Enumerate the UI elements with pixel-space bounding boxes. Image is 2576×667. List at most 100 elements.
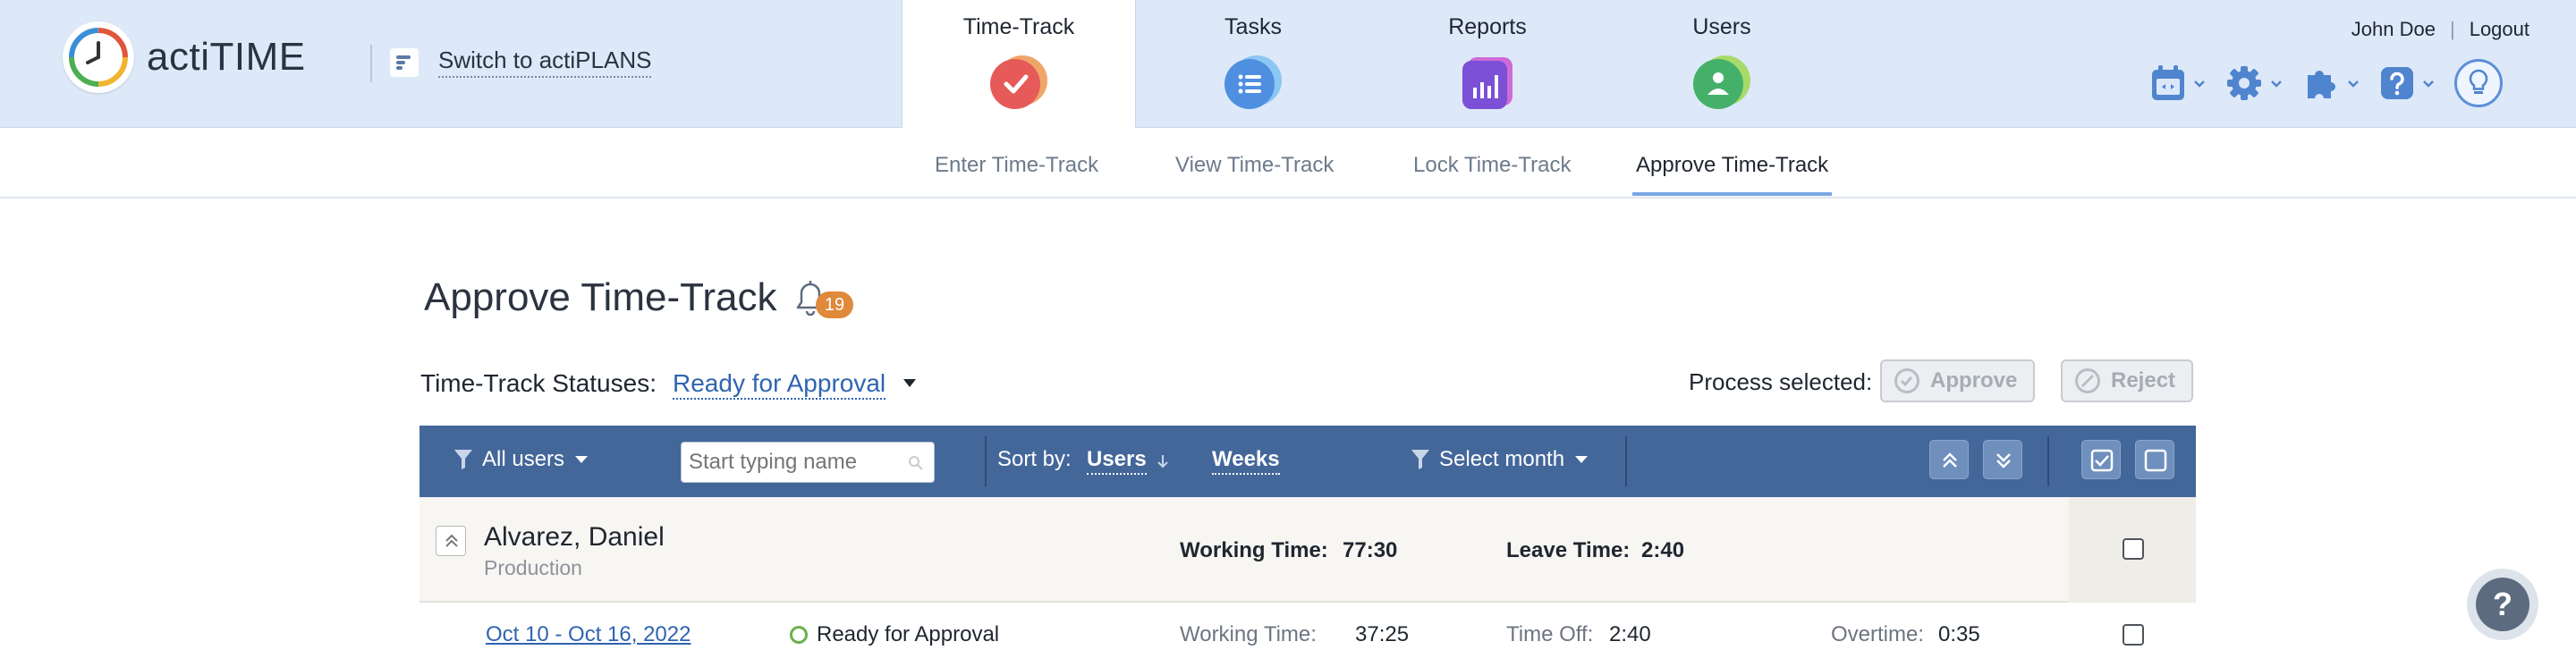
toolbar-divider: [2047, 436, 2049, 486]
bar-chart-icon: [1462, 57, 1513, 109]
user-icon: [1693, 55, 1750, 109]
calendar-icon: [2152, 65, 2184, 100]
all-users-filter[interactable]: All users: [453, 447, 589, 472]
working-time-value: 37:25: [1355, 622, 1410, 646]
filter-icon: [1411, 450, 1429, 469]
group-select-cell: [2069, 497, 2196, 603]
row-status: Ready for Approval: [817, 622, 1000, 646]
settings-menu[interactable]: [2225, 64, 2283, 102]
search-icon: [909, 456, 923, 470]
caret-down-icon: [575, 456, 589, 463]
working-time-label: Working Time:: [1180, 622, 1317, 646]
collapse-group-button[interactable]: [436, 526, 466, 556]
statuses-label: Time-Track Statuses:: [420, 369, 657, 397]
time-off-label: Time Off:: [1506, 622, 1594, 646]
active-subnav-underline: [1632, 192, 1832, 196]
arrow-down-icon: [1157, 454, 1168, 468]
expand-all-button[interactable]: [1983, 440, 2022, 479]
status-dot-icon: [790, 626, 808, 644]
check-circle-icon: [1894, 368, 1919, 393]
chevron-down-icon: [2271, 80, 2282, 88]
actitime-logo[interactable]: actiTIME: [63, 21, 306, 93]
overtime-value: 0:35: [1938, 622, 1980, 646]
user-area: John Doe | Logout: [2351, 18, 2529, 41]
user-group-row: Alvarez, Daniel Production Working Time:…: [419, 497, 2196, 603]
top-header: actiTIME Switch to actiPLANS Time-Track: [0, 0, 2576, 129]
group-value: Weeks: [1212, 447, 1280, 475]
filter-icon: [454, 450, 472, 469]
separator: |: [2449, 18, 2455, 40]
lightbulb-icon[interactable]: [2454, 59, 2503, 107]
question-icon: [2381, 67, 2413, 99]
toolbar-divider: [1625, 436, 1627, 486]
user-department: Production: [484, 556, 582, 579]
notification-badge: 19: [816, 291, 853, 318]
help-menu[interactable]: [2379, 65, 2435, 101]
select-all-button[interactable]: [2081, 440, 2121, 479]
caret-down-icon[interactable]: [903, 379, 916, 387]
empty-box-icon: [2144, 449, 2167, 472]
user-name[interactable]: John Doe: [2351, 18, 2436, 41]
tab-time-track[interactable]: Time-Track: [902, 0, 1136, 129]
sort-label: Sort by:: [997, 447, 1072, 472]
switch-to-actiplans-link[interactable]: Switch to actiPLANS: [390, 46, 652, 78]
toolbar-divider: [985, 436, 987, 486]
plans-icon: [390, 47, 419, 77]
leave-time-label: Leave Time:: [1506, 538, 1631, 562]
tab-users[interactable]: Users: [1605, 0, 1839, 128]
user-name: Alvarez, Daniel: [484, 522, 665, 552]
working-time-value: 77:30: [1343, 538, 1398, 562]
approve-label: Approve: [1930, 368, 2018, 393]
tab-reports[interactable]: Reports: [1370, 0, 1605, 128]
subnav-approve-time-track[interactable]: Approve Time-Track: [1636, 153, 1828, 178]
logout-link[interactable]: Logout: [2470, 18, 2529, 41]
filter-toolbar: All users Sort by: Users Weeks Select mo…: [419, 426, 2196, 497]
subnav-lock-time-track[interactable]: Lock Time-Track: [1413, 153, 1571, 178]
time-off-value: 2:40: [1609, 622, 1651, 646]
addons-menu[interactable]: [2302, 64, 2360, 102]
week-link[interactable]: Oct 10 - Oct 16, 2022: [486, 622, 691, 647]
table-row: Oct 10 - Oct 16, 2022 Ready for Approval…: [419, 603, 2196, 667]
sort-value: Users: [1087, 447, 1147, 475]
group-weeks-toggle[interactable]: Weeks: [1212, 447, 1280, 475]
tab-label: Tasks: [1224, 14, 1282, 39]
row-checkbox[interactable]: [2123, 624, 2144, 646]
ban-icon: [2075, 368, 2100, 393]
sort-by-text: Sort by:: [997, 447, 1072, 471]
month-filter-label: Select month: [1439, 447, 1565, 471]
floating-help-button[interactable]: ?: [2467, 569, 2538, 640]
deselect-all-button[interactable]: [2135, 440, 2174, 479]
main-tabs: Time-Track Tasks Reports Users: [902, 0, 1839, 129]
sub-navigation: Enter Time-Track View Time-Track Lock Ti…: [0, 128, 2576, 198]
sort-users-toggle[interactable]: Users: [1087, 447, 1170, 475]
subnav-view-time-track[interactable]: View Time-Track: [1175, 153, 1334, 178]
checked-box-icon: [2090, 449, 2114, 472]
collapse-all-button[interactable]: [1929, 440, 1969, 479]
switch-label: Switch to actiPLANS: [438, 46, 652, 78]
double-chevron-down-icon: [1996, 453, 2011, 469]
statuses-dropdown[interactable]: Ready for Approval: [673, 369, 886, 400]
overtime-label: Overtime:: [1831, 622, 1925, 646]
chevron-down-icon: [2348, 80, 2359, 88]
header-divider: [370, 45, 372, 82]
month-filter[interactable]: Select month: [1411, 447, 1589, 472]
tab-label: Users: [1692, 14, 1751, 39]
check-icon: [990, 55, 1047, 109]
chevron-down-icon: [2423, 80, 2434, 88]
approve-button[interactable]: Approve: [1880, 359, 2036, 402]
gear-icon: [2227, 66, 2261, 100]
calendar-menu[interactable]: [2150, 64, 2206, 102]
subnav-enter-time-track[interactable]: Enter Time-Track: [935, 153, 1098, 178]
header-tools: [2150, 59, 2503, 107]
list-icon: [1224, 55, 1282, 109]
double-chevron-up-icon: [1943, 452, 1957, 468]
double-chevron-up-icon: [445, 534, 458, 547]
tab-tasks[interactable]: Tasks: [1136, 0, 1370, 128]
chevron-down-icon: [2194, 80, 2205, 88]
group-checkbox[interactable]: [2123, 538, 2144, 560]
reject-label: Reject: [2111, 368, 2176, 393]
tab-label: Reports: [1448, 14, 1527, 39]
search-input[interactable]: [681, 442, 935, 483]
reject-button[interactable]: Reject: [2061, 359, 2194, 402]
puzzle-icon: [2308, 71, 2335, 98]
